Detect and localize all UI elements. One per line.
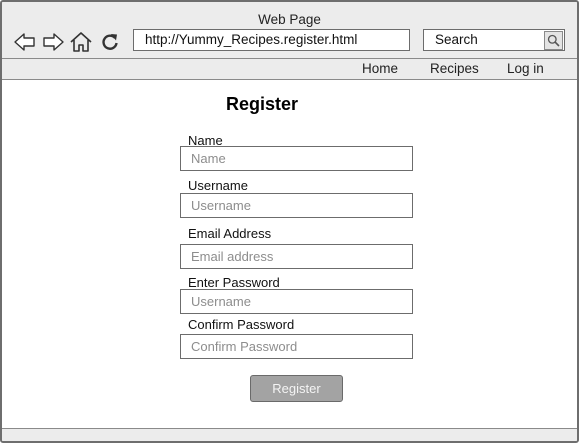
- email-label: Email Address: [188, 226, 272, 241]
- browser-toolbar: Web Page http://Yummy_Recipes.register.h…: [2, 2, 577, 58]
- username-field[interactable]: [180, 193, 413, 218]
- confirm-password-label: Confirm Password: [188, 317, 295, 332]
- search-box[interactable]: Search: [423, 29, 565, 51]
- status-bar: [2, 428, 577, 441]
- page-title: Register: [226, 94, 299, 114]
- forward-arrow-icon[interactable]: [41, 30, 65, 54]
- home-icon[interactable]: [69, 30, 93, 54]
- reload-icon[interactable]: [98, 30, 122, 54]
- menu-item-login[interactable]: Log in: [507, 61, 544, 77]
- password-field[interactable]: [180, 289, 413, 314]
- confirm-password-field[interactable]: [180, 334, 413, 359]
- browser-window: Web Page http://Yummy_Recipes.register.h…: [0, 0, 579, 443]
- search-label: Search: [435, 32, 478, 47]
- menu-item-home[interactable]: Home: [362, 61, 398, 77]
- menu-item-recipes[interactable]: Recipes: [430, 61, 479, 77]
- window-title: Web Page: [258, 12, 321, 27]
- search-icon[interactable]: [544, 31, 563, 50]
- name-field[interactable]: [180, 146, 413, 171]
- register-button[interactable]: Register: [250, 375, 343, 402]
- back-arrow-icon[interactable]: [13, 30, 37, 54]
- address-bar[interactable]: http://Yummy_Recipes.register.html: [133, 29, 410, 51]
- register-form: Register Name Username Email Address Ent…: [2, 80, 577, 427]
- site-menu: Home Recipes Log in: [2, 58, 577, 80]
- password-label: Enter Password: [188, 275, 280, 290]
- username-label: Username: [188, 178, 248, 193]
- email-field[interactable]: [180, 244, 413, 269]
